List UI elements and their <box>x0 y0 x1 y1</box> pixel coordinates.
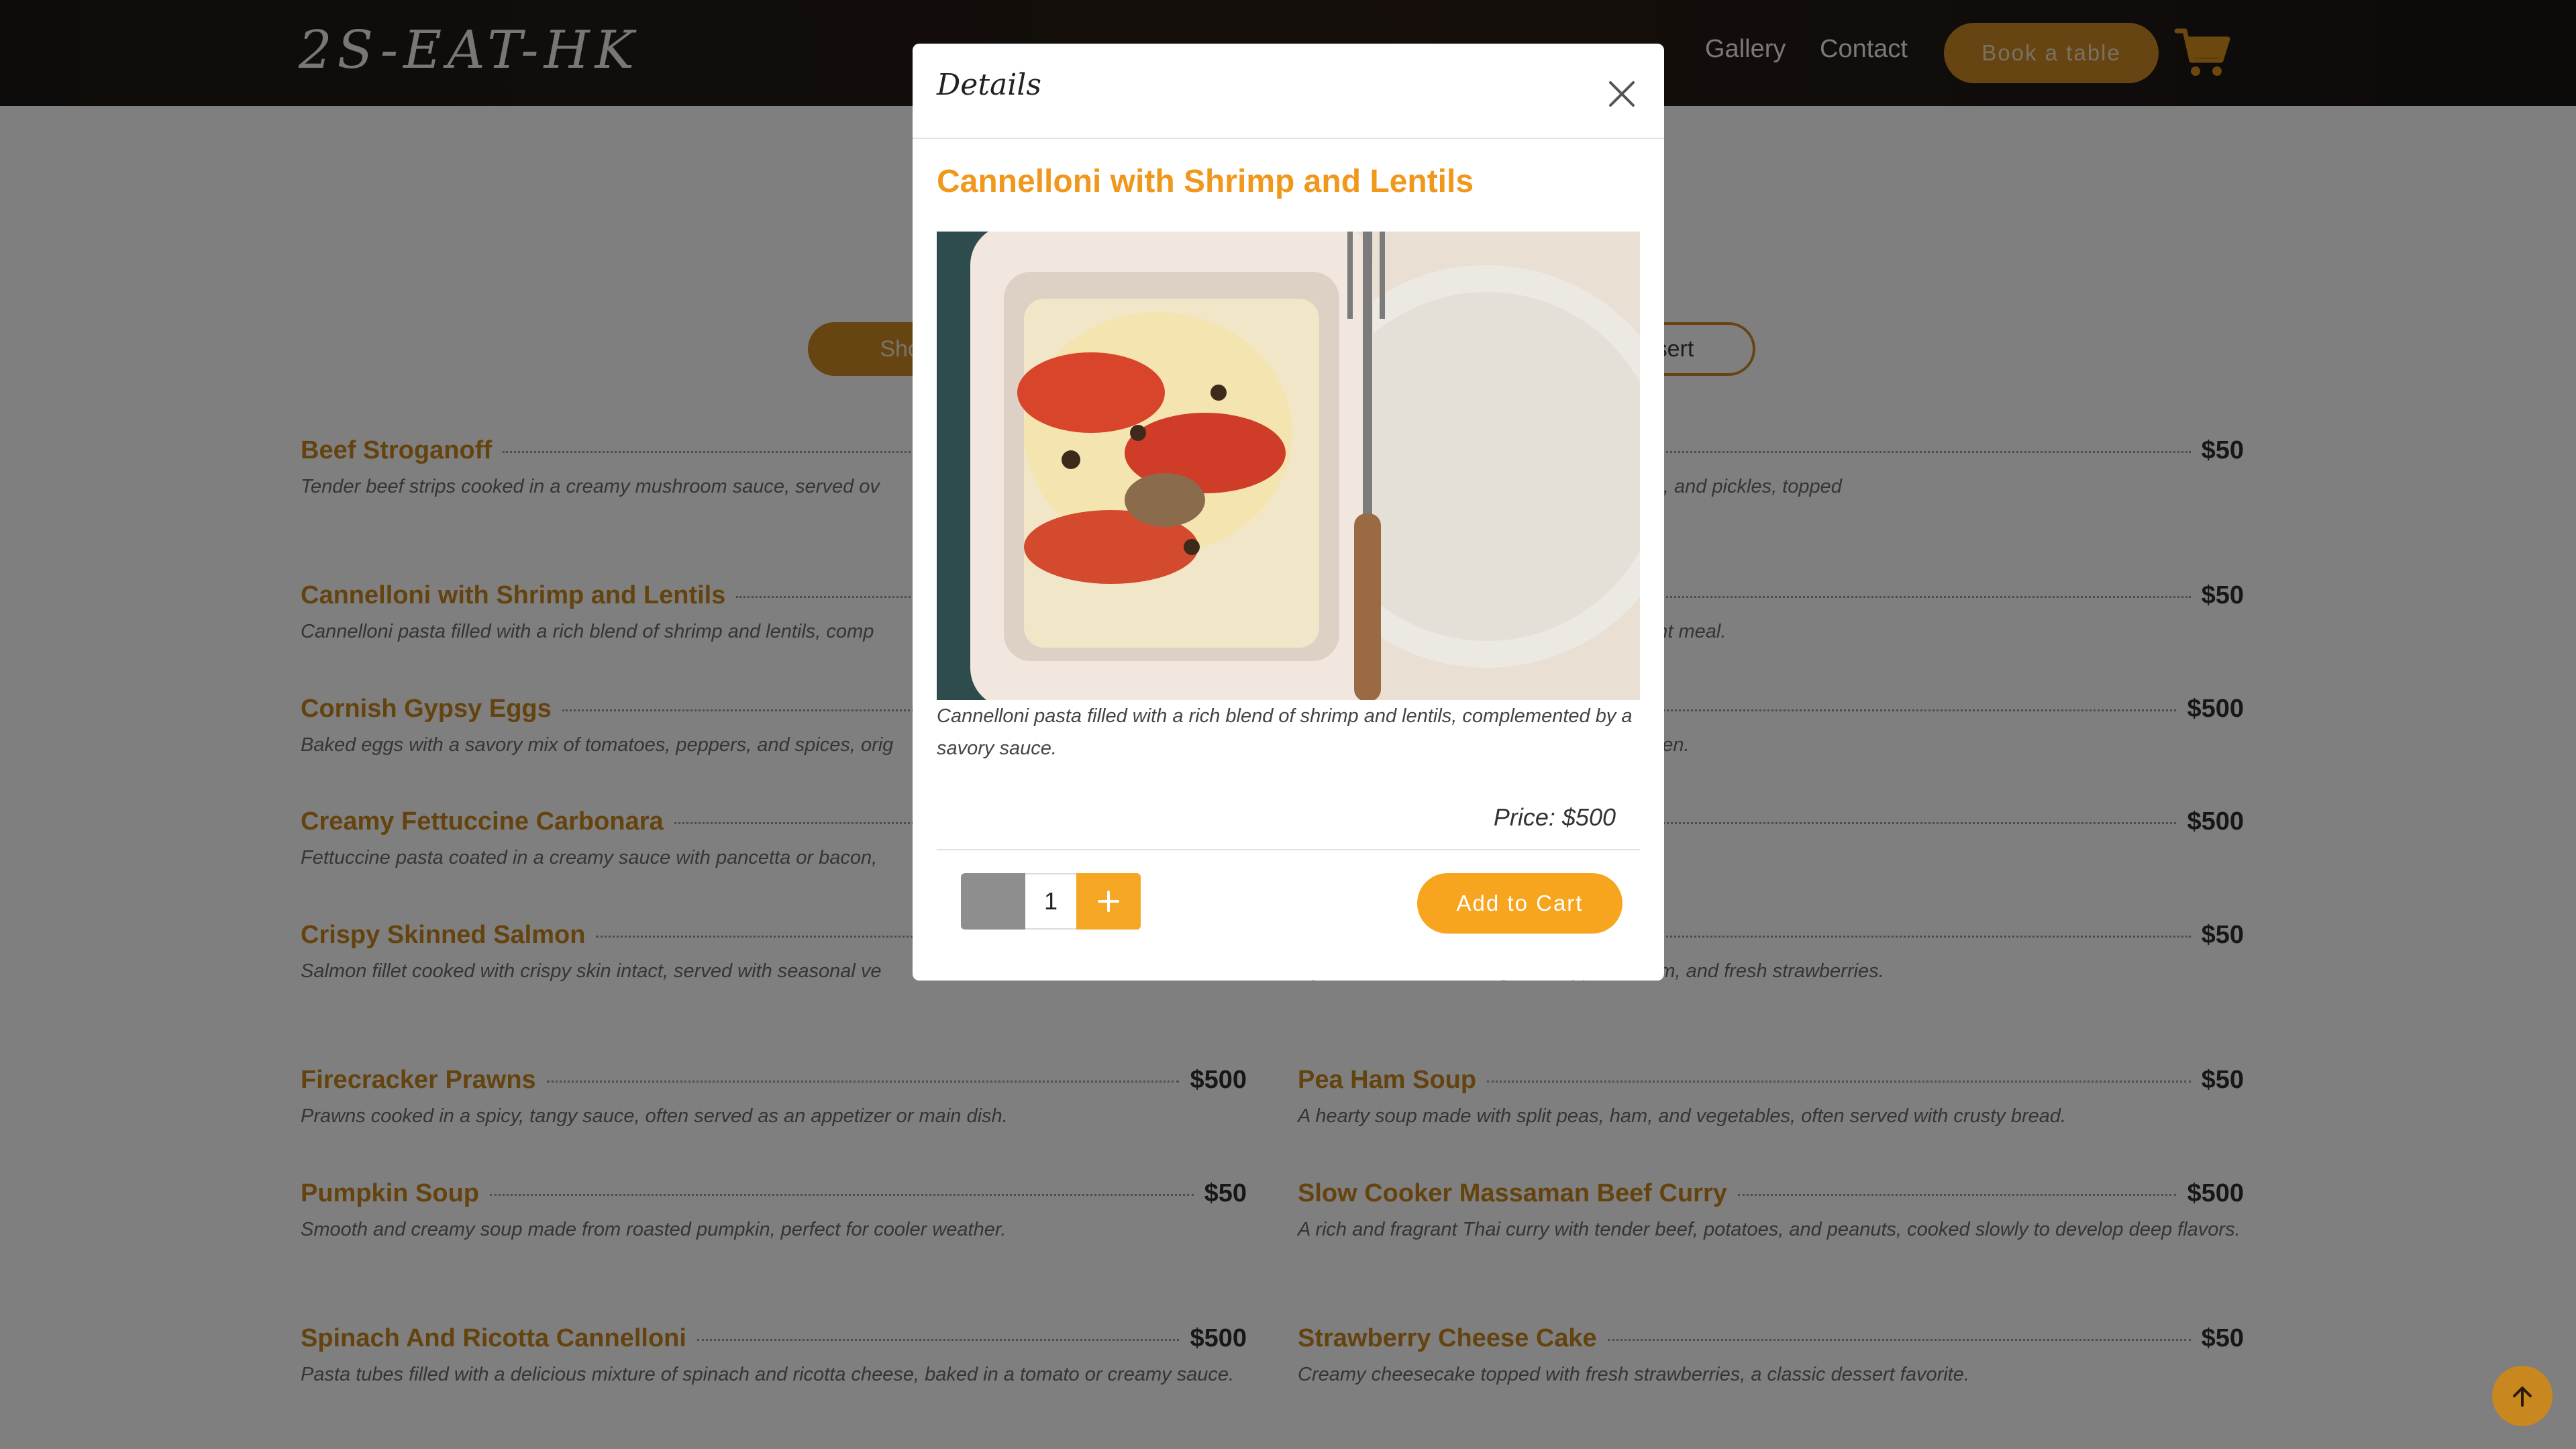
quantity-value[interactable]: 1 <box>1025 873 1076 930</box>
modal-divider <box>937 849 1640 850</box>
quantity-increment-button[interactable] <box>1076 873 1141 930</box>
close-icon[interactable] <box>1604 76 1640 112</box>
dish-price: Price: $500 <box>1493 803 1616 831</box>
quantity-decrement-button[interactable] <box>961 873 1025 930</box>
modal-header: Details <box>913 44 1664 139</box>
dish-description: Cannelloni pasta filled with a rich blen… <box>937 705 1633 759</box>
dish-title: Cannelloni with Shrimp and Lentils <box>937 164 1474 199</box>
modal-title: Details <box>937 68 1041 102</box>
back-to-top-button[interactable] <box>2492 1366 2553 1426</box>
dish-photo <box>937 232 1640 700</box>
add-to-cart-button[interactable]: Add to Cart <box>1417 873 1622 934</box>
details-modal: Details Cannelloni with Shrimp and Lenti… <box>913 44 1664 981</box>
plus-icon <box>1098 891 1119 912</box>
arrow-up-icon <box>2513 1387 2532 1407</box>
